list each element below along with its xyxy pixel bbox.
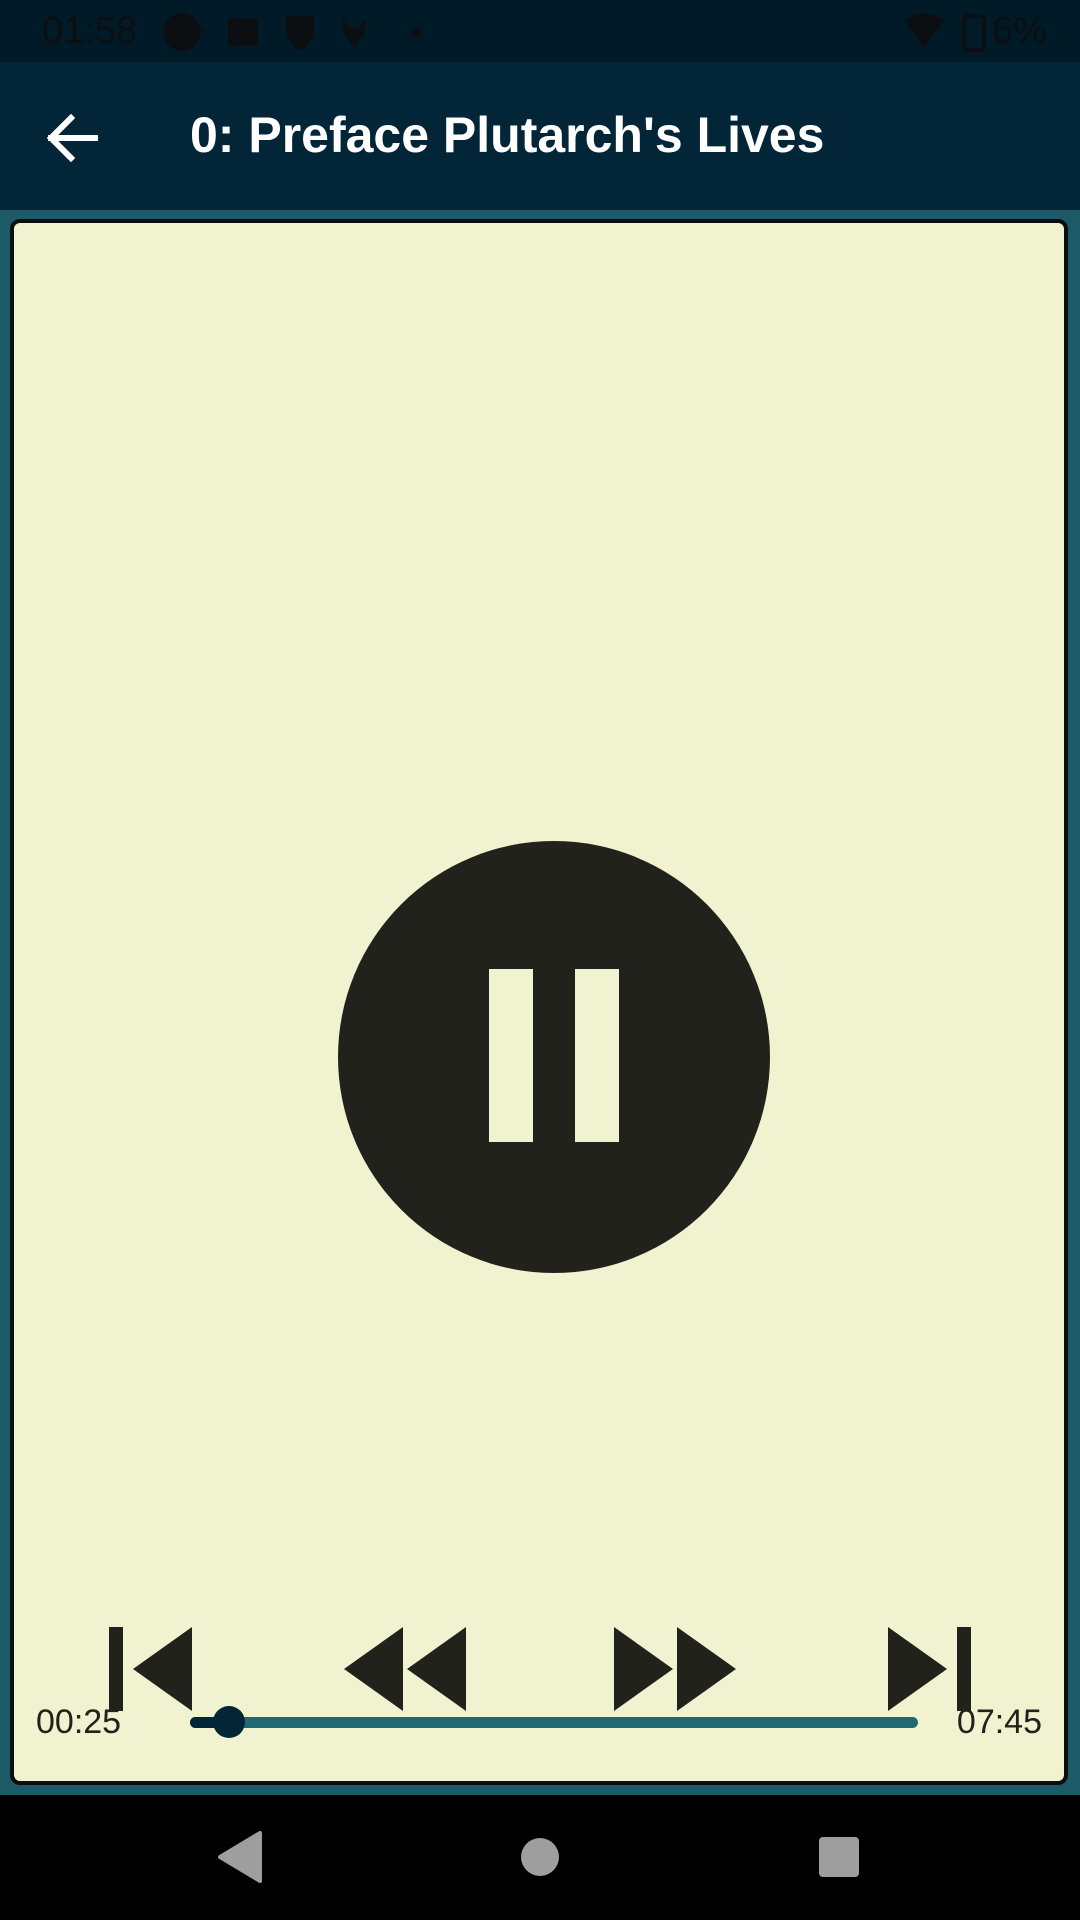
skip-next-icon [888,1627,971,1711]
pause-icon-bar-left [489,969,533,1142]
image-icon [228,18,258,46]
nav-back-button[interactable] [208,1825,272,1889]
status-time: 01:58 [42,10,138,52]
recents-square-icon [819,1837,859,1877]
shield-icon [286,16,314,50]
battery-percent: 6% [992,10,1047,52]
back-triangle-icon [218,1831,262,1883]
status-notification-icons [163,13,421,51]
rewind-button[interactable] [340,1620,470,1720]
circle-icon [163,13,201,51]
bull-icon [342,18,366,48]
fast-forward-button[interactable] [610,1620,740,1720]
fast-forward-icon [614,1627,736,1711]
skip-next-button[interactable] [880,1620,980,1720]
skip-previous-icon [109,1627,192,1711]
wifi-icon [904,13,944,48]
page-title: 0: Preface Plutarch's Lives [190,107,825,163]
system-nav-bar [0,1795,1080,1920]
pause-icon-bar-right [575,969,619,1142]
home-circle-icon [521,1838,559,1876]
back-button[interactable] [30,102,116,174]
pause-button[interactable] [338,841,770,1273]
rewind-icon [344,1627,466,1711]
playback-controls [0,1620,1080,1720]
nav-home-button[interactable] [508,1825,572,1889]
player-card: 00:25 07:45 [10,219,1068,1785]
nav-recents-button[interactable] [806,1825,870,1889]
arrow-left-icon [46,114,98,162]
skip-previous-button[interactable] [101,1620,201,1720]
dot-icon [411,27,421,37]
app-bar: 0: Preface Plutarch's Lives [0,62,1080,210]
battery-icon [962,14,986,52]
status-bar: 01:58 6% [0,0,1080,62]
